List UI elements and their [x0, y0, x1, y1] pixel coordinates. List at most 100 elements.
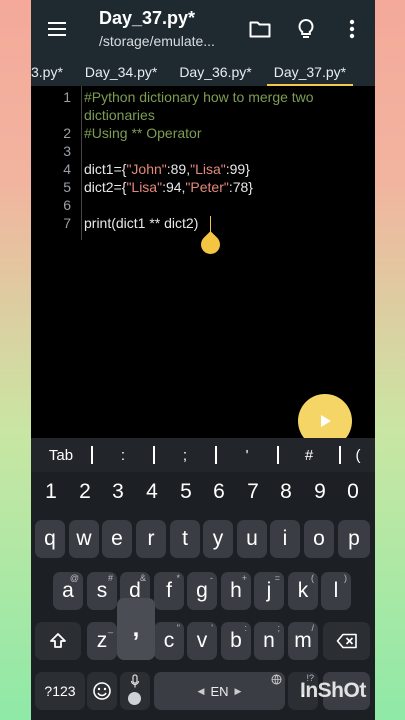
- line-number: 5: [63, 179, 71, 195]
- key-2[interactable]: 2: [70, 480, 100, 504]
- code-line-1a: #Python dictionary how to merge two: [84, 89, 314, 105]
- key-c[interactable]: " c: [154, 622, 184, 660]
- code-token: :99}: [225, 161, 250, 177]
- key-hint: &: [139, 573, 146, 583]
- symbol-bar: Tab : ; ' # (: [31, 438, 375, 472]
- line-number: 2: [63, 125, 71, 141]
- microphone-icon: [130, 674, 140, 688]
- space-language-label: EN: [210, 683, 229, 699]
- key-9[interactable]: 9: [305, 480, 335, 504]
- code-token: dict2={: [84, 179, 127, 195]
- key-3[interactable]: 3: [103, 480, 133, 504]
- symbol-key-paren[interactable]: (: [341, 438, 375, 472]
- key-5[interactable]: 5: [171, 480, 201, 504]
- code-editor[interactable]: 1 2 3 4 5 6 7 #Python dictionary how to …: [31, 86, 375, 438]
- key-label: s: [96, 579, 108, 602]
- line-number: 1: [63, 89, 71, 105]
- key-k[interactable]: (k: [288, 572, 318, 610]
- hint-button[interactable]: [283, 0, 329, 58]
- file-tabs: 3.py* Day_34.py* Day_36.py* Day_37.py*: [31, 58, 375, 86]
- hamburger-icon: [48, 22, 66, 36]
- key-f[interactable]: * f: [154, 572, 184, 610]
- key-r[interactable]: r: [136, 520, 166, 558]
- string-token: "Lisa": [126, 179, 163, 195]
- key-o[interactable]: o: [304, 520, 334, 558]
- emoji-key[interactable]: [87, 672, 117, 710]
- key-s[interactable]: # s: [87, 572, 117, 610]
- symbol-key-hash[interactable]: #: [279, 438, 339, 472]
- key-label: m: [294, 629, 312, 652]
- tab-day-37[interactable]: Day_37.py*: [263, 58, 357, 86]
- space-key[interactable]: ◀ EN ▶: [154, 672, 285, 710]
- title-block: Day_37.py* /storage/emulate...: [83, 7, 237, 51]
- key-label: c: [163, 629, 175, 652]
- key-y[interactable]: y: [203, 520, 233, 558]
- key-label: z: [96, 629, 108, 652]
- cursor-handle[interactable]: [197, 231, 224, 258]
- key-q[interactable]: q: [35, 520, 65, 558]
- key-label: f: [166, 579, 172, 602]
- key-hint: ;: [277, 623, 280, 633]
- key-7[interactable]: 7: [238, 480, 268, 504]
- tab-day-33[interactable]: 3.py*: [31, 58, 74, 86]
- key-t[interactable]: t: [170, 520, 200, 558]
- open-folder-button[interactable]: [237, 0, 283, 58]
- key-label: n: [263, 629, 275, 652]
- code-line-2: #Using ** Operator: [84, 125, 202, 141]
- key-j[interactable]: = j: [254, 572, 284, 610]
- key-6[interactable]: 6: [204, 480, 234, 504]
- symbol-key-semicolon[interactable]: ;: [155, 438, 215, 472]
- code-token: :94,: [162, 179, 186, 195]
- tab-day-34[interactable]: Day_34.py*: [74, 58, 168, 86]
- key-1[interactable]: 1: [36, 480, 66, 504]
- key-l[interactable]: ) l: [321, 572, 351, 610]
- string-token: "Peter": [185, 179, 229, 195]
- lightbulb-icon: [298, 18, 314, 38]
- key-label: k: [297, 579, 309, 602]
- symbol-key-tab[interactable]: Tab: [31, 438, 91, 472]
- space-left-arrow: ◀: [197, 685, 205, 696]
- symbol-key-quote[interactable]: ': [217, 438, 277, 472]
- number-row: 1 2 3 4 5 6 7 8 9 0: [31, 480, 375, 510]
- backspace-key[interactable]: [323, 622, 370, 660]
- key-e[interactable]: e: [102, 520, 132, 558]
- file-title: Day_37.py*: [99, 8, 196, 28]
- key-z[interactable]: _ z: [87, 622, 117, 660]
- symbol-key-colon[interactable]: :: [93, 438, 153, 472]
- key-n[interactable]: ; n: [254, 622, 284, 660]
- menu-button[interactable]: [31, 0, 83, 58]
- key-0[interactable]: 0: [338, 480, 368, 504]
- key-4[interactable]: 4: [137, 480, 167, 504]
- voice-input-key[interactable]: [120, 672, 150, 710]
- key-g[interactable]: -g: [187, 572, 217, 610]
- symbols-mode-key[interactable]: ?123: [35, 672, 85, 710]
- key-label: h: [230, 579, 242, 602]
- string-token: "Lisa": [190, 161, 226, 177]
- key-b[interactable]: :b: [221, 622, 251, 660]
- key-label: v: [196, 629, 208, 652]
- shift-key[interactable]: [35, 622, 81, 660]
- gutter-divider: [81, 86, 82, 240]
- phone-screen: Day_37.py* /storage/emulate... 3.py* Day…: [31, 0, 375, 720]
- key-h[interactable]: + h: [221, 572, 251, 610]
- key-w[interactable]: w: [69, 520, 99, 558]
- backspace-icon: [336, 633, 357, 649]
- key-p[interactable]: p: [338, 520, 370, 558]
- key-hint: /: [311, 623, 314, 633]
- key-i[interactable]: i: [270, 520, 300, 558]
- key-8[interactable]: 8: [271, 480, 301, 504]
- code-line-5: dict2={"Lisa":94,"Peter":78}: [84, 178, 253, 196]
- key-v[interactable]: ' v: [187, 622, 217, 660]
- key-hint: @: [69, 573, 79, 583]
- line-number: 4: [63, 161, 71, 177]
- key-hint: =: [274, 573, 280, 583]
- tab-day-36[interactable]: Day_36.py*: [168, 58, 262, 86]
- overflow-menu-button[interactable]: [329, 0, 375, 58]
- key-u[interactable]: u: [237, 520, 267, 558]
- code-token: :89,: [166, 161, 191, 177]
- key-hint: #: [107, 573, 113, 583]
- key-m[interactable]: / m: [288, 622, 318, 660]
- key-label: g: [196, 579, 208, 602]
- folder-icon: [249, 21, 271, 38]
- key-a[interactable]: @ a: [53, 572, 83, 610]
